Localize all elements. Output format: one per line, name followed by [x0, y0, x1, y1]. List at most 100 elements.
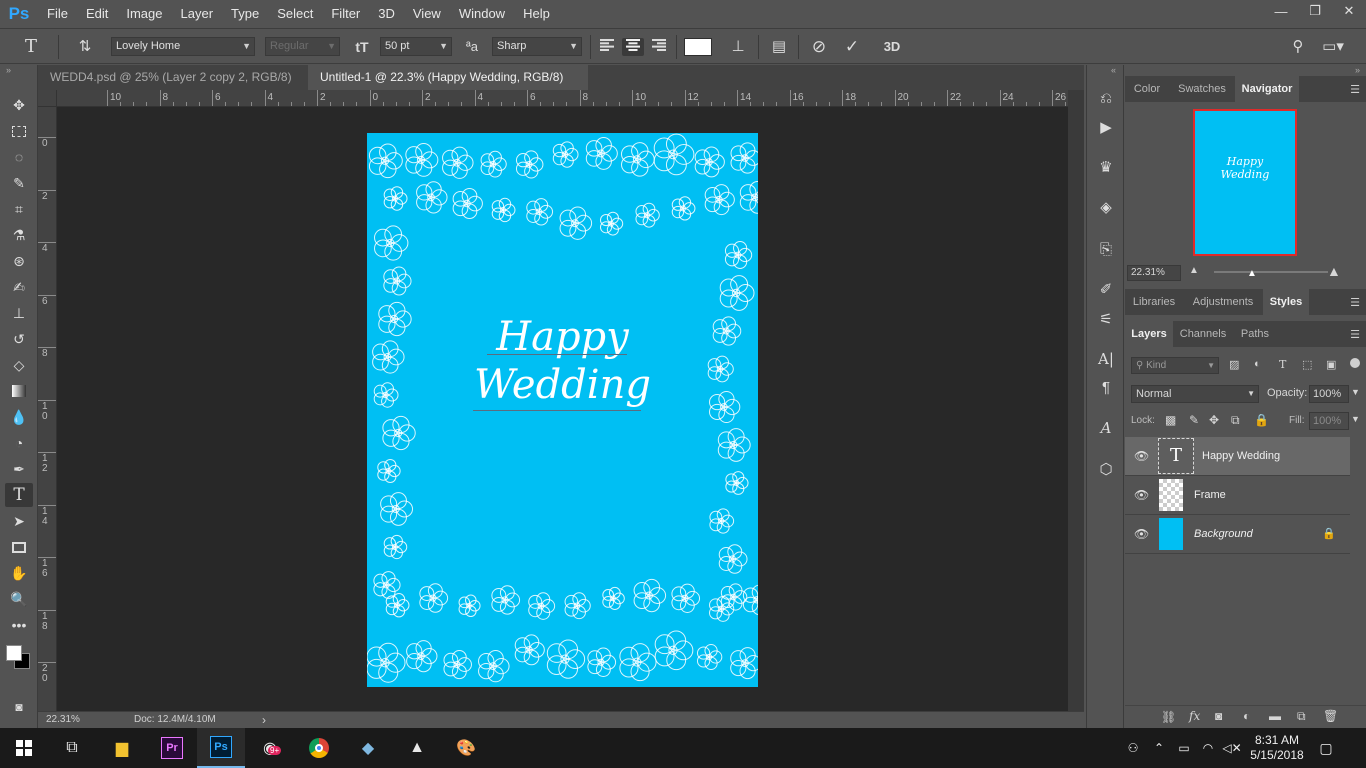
menu-file[interactable]: File	[38, 0, 77, 28]
navigator-zoom-slider[interactable]	[1214, 271, 1328, 273]
more-tools-icon[interactable]: •••	[5, 613, 33, 637]
filter-toggle[interactable]	[1350, 358, 1360, 368]
menu-3d[interactable]: 3D	[369, 0, 404, 28]
font-size-select[interactable]: 50 pt ▼	[380, 37, 452, 56]
clone-source-icon[interactable]: ⎘	[1093, 237, 1119, 261]
type-tool-icon[interactable]: T	[20, 38, 42, 56]
workspace-icon[interactable]: ▭▾	[1320, 38, 1346, 56]
foreground-color-swatch[interactable]	[6, 645, 22, 661]
happy-wedding-text[interactable]: Happy Wedding	[367, 313, 758, 409]
panel-menu-icon[interactable]: ☰	[1350, 83, 1360, 96]
visibility-eye-icon[interactable]: 👁	[1134, 488, 1149, 502]
lasso-tool-icon[interactable]: ◌	[5, 145, 33, 169]
menu-layer[interactable]: Layer	[172, 0, 223, 28]
color-swatches[interactable]	[6, 645, 32, 671]
restore-button[interactable]: ❐	[1298, 0, 1332, 22]
lock-artboard-icon[interactable]: ⧉	[1231, 413, 1240, 428]
font-family-select[interactable]: Lovely Home ▼	[111, 37, 255, 56]
people-icon[interactable]: ⚇	[1120, 741, 1146, 755]
new-layer-icon[interactable]: ⧉	[1297, 709, 1306, 724]
healing-brush-tool-icon[interactable]: ⊛	[5, 249, 33, 273]
app-icon[interactable]: ◆	[344, 728, 392, 768]
opacity-dropdown-icon[interactable]: ▼	[1351, 387, 1360, 397]
layer-row-background[interactable]: 👁 Background 🔒	[1125, 515, 1350, 554]
tab-libraries[interactable]: Libraries	[1125, 289, 1183, 315]
history-icon[interactable]: ⎌	[1093, 86, 1119, 110]
fx-icon[interactable]: fx	[1189, 709, 1200, 723]
hand-tool-icon[interactable]: ✋	[5, 561, 33, 585]
zoom-level[interactable]: 22.31%	[46, 714, 80, 725]
lock-transparent-icon[interactable]: ▩	[1165, 413, 1176, 427]
eraser-tool-icon[interactable]: ◇	[5, 353, 33, 377]
lock-image-icon[interactable]: ✎	[1189, 413, 1199, 427]
commit-edits-icon[interactable]: ✓	[841, 38, 863, 56]
warp-text-icon[interactable]: ⊥	[728, 38, 748, 56]
chrome-icon[interactable]	[295, 728, 343, 768]
tab-wedd4[interactable]: WEDD4.psd @ 25% (Layer 2 copy 2, RGB/8) …	[38, 65, 306, 109]
tab-adjustments[interactable]: Adjustments	[1185, 289, 1261, 315]
tab-channels[interactable]: Channels	[1175, 321, 1231, 347]
minimize-button[interactable]: —	[1264, 0, 1298, 22]
navigator-thumbnail[interactable]: Happy Wedding	[1193, 109, 1297, 256]
premiere-icon[interactable]: Pr	[148, 728, 196, 768]
file-explorer-icon[interactable]: ▆	[98, 728, 146, 768]
clock[interactable]: 8:31 AM 5/15/2018	[1244, 733, 1310, 763]
brushes-icon[interactable]: ✐	[1093, 277, 1119, 301]
visibility-eye-icon[interactable]: 👁	[1134, 527, 1149, 541]
glyphs-icon[interactable]: A	[1093, 416, 1119, 440]
filter-type-icon[interactable]: T	[1279, 358, 1286, 371]
align-left-icon[interactable]	[598, 38, 616, 56]
filter-pixel-icon[interactable]: ▨	[1229, 358, 1239, 371]
quick-mask-icon[interactable]: ◙	[5, 695, 33, 719]
3d-materials-icon[interactable]: ◈	[1093, 195, 1119, 219]
layer-name[interactable]: Frame	[1194, 489, 1226, 501]
tab-swatches[interactable]: Swatches	[1171, 76, 1233, 102]
rectangle-tool-icon[interactable]	[5, 535, 33, 559]
character-panel-icon[interactable]: ▤	[768, 38, 790, 56]
menu-help[interactable]: Help	[514, 0, 559, 28]
panel-menu-icon[interactable]: ☰	[1350, 296, 1360, 309]
eyedropper-tool-icon[interactable]: ⚗	[5, 223, 33, 247]
filter-smart-object-icon[interactable]: ▣	[1326, 358, 1336, 371]
character-icon[interactable]: A|	[1093, 347, 1119, 371]
actions-play-icon[interactable]: ▶	[1093, 115, 1119, 139]
document-canvas[interactable]: Happy Wedding	[367, 133, 758, 687]
panel-menu-icon[interactable]: ☰	[1350, 328, 1360, 341]
pen-tool-icon[interactable]: ✒	[5, 457, 33, 481]
layer-name[interactable]: Happy Wedding	[1202, 450, 1280, 462]
history-brush-tool-icon[interactable]: ↺	[5, 327, 33, 351]
tab-paths[interactable]: Paths	[1233, 321, 1277, 347]
zoom-slider-handle[interactable]: ▲	[1247, 268, 1257, 279]
type-tool-icon[interactable]: T	[5, 483, 33, 507]
text-color-swatch[interactable]	[684, 38, 712, 56]
wifi-icon[interactable]: ◠	[1196, 741, 1220, 755]
battery-icon[interactable]: ▭	[1172, 741, 1196, 755]
layer-name[interactable]: Background	[1194, 528, 1253, 540]
collapse-panels-icon[interactable]: »	[1355, 65, 1360, 75]
path-selection-tool-icon[interactable]: ➤	[5, 509, 33, 533]
tab-color[interactable]: Color	[1125, 76, 1169, 102]
filter-shape-icon[interactable]: ⬚	[1302, 358, 1312, 371]
search-icon[interactable]: ⚲	[1288, 38, 1308, 56]
start-button[interactable]	[0, 728, 48, 768]
zoom-in-icon[interactable]: ▲	[1327, 263, 1341, 279]
photoshop-taskbar-icon[interactable]: Ps	[197, 728, 245, 768]
brush-tool-icon[interactable]: ✍	[5, 275, 33, 299]
adjustment-icon[interactable]: ◐	[1243, 709, 1250, 723]
horizontal-ruler[interactable]: 10 8 6 4 2 0 2 4 6 8 10 12 14 16 18 20 22 24 26	[57, 90, 1068, 107]
ruler-origin[interactable]	[38, 90, 57, 107]
clone-stamp-tool-icon[interactable]: ⊥	[5, 301, 33, 325]
crop-tool-icon[interactable]: ⌗	[5, 197, 33, 221]
anti-alias-select[interactable]: Sharp ▼	[492, 37, 582, 56]
align-right-icon[interactable]	[650, 38, 668, 56]
navigator-zoom-input[interactable]: 22.31%	[1127, 265, 1181, 281]
blend-mode-select[interactable]: Normal ▼	[1131, 385, 1259, 403]
dodge-tool-icon[interactable]: ◔	[5, 431, 33, 455]
fill-dropdown-icon[interactable]: ▼	[1351, 414, 1360, 424]
messenger-icon[interactable]: ◉9+	[246, 728, 294, 768]
close-button[interactable]: ✕	[1332, 0, 1366, 22]
menu-window[interactable]: Window	[450, 0, 514, 28]
tab-styles[interactable]: Styles	[1263, 289, 1309, 315]
menu-image[interactable]: Image	[117, 0, 171, 28]
vertical-ruler[interactable]: 0 2 4 6 8 10 12 14 16 18 20	[38, 107, 57, 711]
